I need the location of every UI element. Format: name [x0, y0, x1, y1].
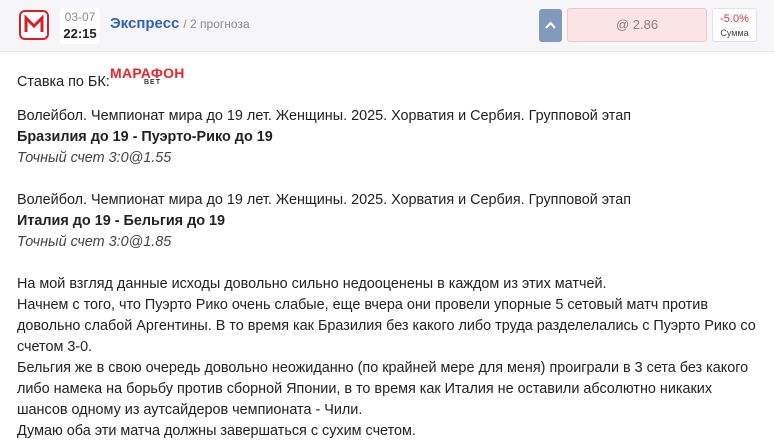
description-line: счетом 3-0.	[17, 339, 93, 355]
bet-type-label[interactable]: Экспресс	[110, 15, 179, 32]
bookmaker-logo-sub: BET	[144, 79, 161, 86]
event-1-pick: Точный счет 3:0@1.55	[17, 150, 172, 166]
bookmaker-line: Ставка по БК: МАРАФОН BET	[17, 66, 757, 92]
description-line: либо намека на борьбу против сборной Япо…	[17, 381, 713, 397]
forecast-header: 03-07 22:15 Экспресс/ 2 прогноза @ 2.86 …	[0, 0, 774, 52]
event-date: 03-07	[64, 10, 96, 24]
description-line: Бельгия же в свою очередь довольно неожи…	[17, 360, 749, 376]
chevron-up-icon	[545, 21, 556, 29]
bookmaker-logo[interactable]: МАРАФОН BET	[110, 66, 184, 88]
bookmaker-label: Ставка по БК:	[17, 74, 110, 90]
result-badge: -5.0% Сумма	[712, 8, 757, 42]
description-line: На мой взгляд данные исходы довольно сил…	[17, 276, 607, 292]
event-datetime: 03-07 22:15	[60, 8, 100, 44]
event-2-tournament: Волейбол. Чемпионат мира до 19 лет. Женщ…	[17, 192, 632, 208]
description-line: довольно слабой Аргентины. В то время ка…	[17, 318, 756, 334]
event-2-pick: Точный счет 3:0@1.85	[17, 234, 172, 250]
bet-type-title: Экспресс / 2 прогноза	[110, 15, 250, 32]
marathon-logo-icon	[19, 10, 49, 40]
result-label: Сумма	[720, 28, 749, 38]
forecast-count: / 2 прогноза	[183, 17, 250, 31]
event-2-match: Италия до 19 - Бельгия до 19	[17, 213, 225, 229]
description-line: Думаю оба эти матча должны завершаться с…	[17, 423, 416, 439]
event-time: 22:15	[63, 26, 97, 41]
bookmaker-logo-text: МАРАФОН	[110, 65, 185, 81]
forecast-body: Ставка по БК: МАРАФОН BET Волейбол. Чемп…	[17, 66, 757, 442]
odds-badge: @ 2.86	[567, 8, 707, 42]
description-line: Начнем с того, что Пуэрто Рико очень сла…	[17, 297, 708, 313]
collapse-button[interactable]	[539, 9, 562, 42]
forecast-description: На мой взгляд данные исходы довольно сил…	[17, 274, 757, 442]
description-line: шансов одному из аутсайдеров чемпионата …	[17, 402, 363, 418]
event-1-match: Бразилия до 19 - Пуэрто-Рико до 19	[17, 129, 273, 145]
event-1-tournament: Волейбол. Чемпионат мира до 19 лет. Женщ…	[17, 108, 632, 124]
result-value: -5.0%	[720, 13, 749, 25]
